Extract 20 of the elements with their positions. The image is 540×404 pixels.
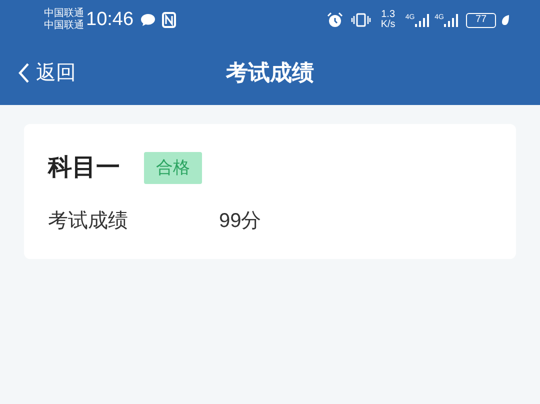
leaf-icon: [501, 14, 510, 26]
carrier-name: 中国联通: [44, 8, 84, 20]
signal-icon: [444, 14, 458, 26]
clock-time: 10:46: [86, 8, 134, 32]
carrier-name: 中国联通: [44, 20, 84, 32]
status-badge: 合格: [144, 152, 202, 184]
subject-name: 科目一: [48, 153, 120, 183]
page-title: 考试成绩: [226, 59, 314, 87]
speed-unit: K/s: [380, 20, 396, 30]
vibrate-icon: [350, 13, 371, 27]
battery-icon: 77: [466, 12, 496, 28]
network-speed: 1.3: [381, 10, 396, 20]
signal-icon: [414, 14, 429, 26]
chat-icon: [140, 13, 156, 27]
back-button[interactable]: 返回: [0, 58, 76, 88]
back-icon: [18, 62, 30, 84]
alarm-icon: [326, 12, 343, 28]
score-value: 99分: [219, 209, 262, 234]
nfc-icon: [162, 12, 176, 28]
score-label: 考试成绩: [48, 209, 129, 234]
